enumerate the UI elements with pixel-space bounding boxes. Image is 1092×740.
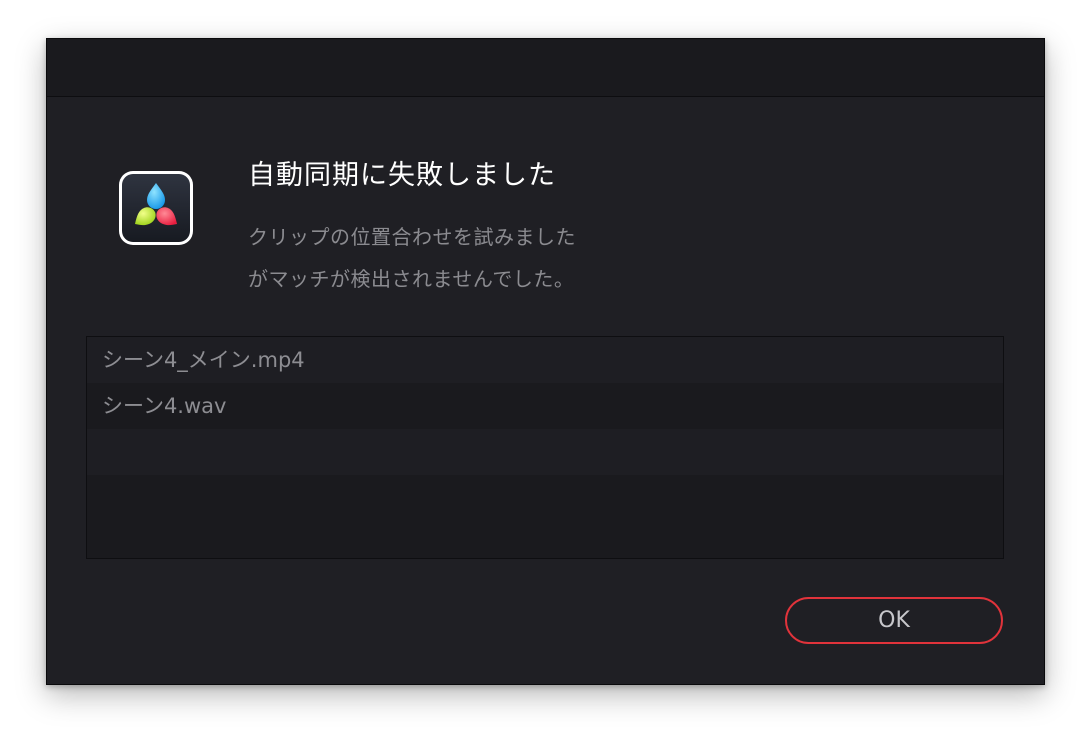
file-name: シーン4_メイン.mp4 xyxy=(102,348,305,372)
clip-file-list[interactable]: シーン4_メイン.mp4 シーン4.wav xyxy=(86,336,1004,559)
app-icon xyxy=(119,171,193,245)
dialog-message: クリップの位置合わせを試みました がマッチが検出されませんでした。 xyxy=(248,216,576,300)
file-name: シーン4.wav xyxy=(102,394,227,418)
empty-list-row xyxy=(87,475,1003,521)
ok-button[interactable]: OK xyxy=(785,597,1003,644)
message-line-2: がマッチが検出されませんでした。 xyxy=(248,267,575,291)
list-item[interactable]: シーン4_メイン.mp4 xyxy=(87,337,1003,383)
message-line-1: クリップの位置合わせを試みました xyxy=(248,225,576,249)
davinci-resolve-icon xyxy=(122,174,190,242)
stage: 自動同期に失敗しました クリップの位置合わせを試みました がマッチが検出されませ… xyxy=(0,0,1092,740)
list-item[interactable]: シーン4.wav xyxy=(87,383,1003,429)
dialog-titlebar[interactable] xyxy=(47,39,1044,97)
sync-failed-dialog: 自動同期に失敗しました クリップの位置合わせを試みました がマッチが検出されませ… xyxy=(46,38,1045,685)
empty-list-row xyxy=(87,429,1003,475)
dialog-title: 自動同期に失敗しました xyxy=(248,160,556,191)
